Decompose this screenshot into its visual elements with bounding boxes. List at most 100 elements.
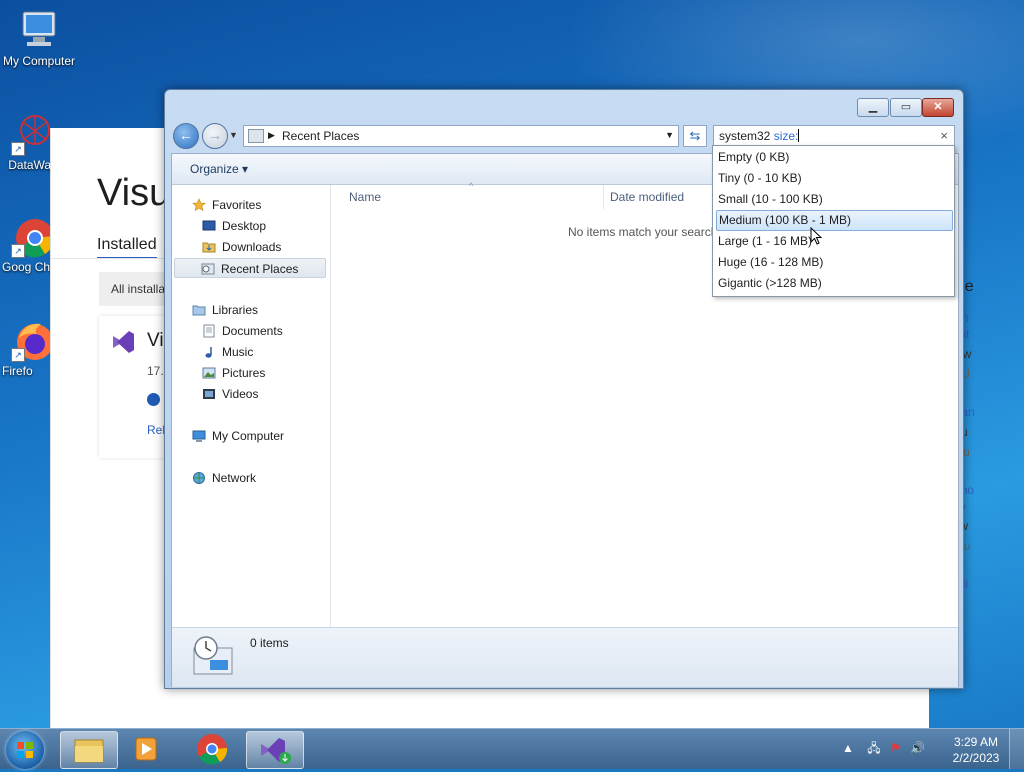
- column-separator[interactable]: [603, 185, 604, 209]
- forward-button[interactable]: →: [202, 123, 228, 149]
- text-caret: [798, 129, 800, 142]
- product-name: Vi: [147, 330, 164, 351]
- nav-downloads[interactable]: Downloads: [202, 237, 281, 257]
- taskbar-explorer-button[interactable]: [60, 731, 118, 769]
- size-option-medium[interactable]: Medium (100 KB - 1 MB): [716, 210, 953, 231]
- breadcrumb-chevron-icon[interactable]: ▶: [268, 130, 275, 141]
- computer-icon: [17, 8, 61, 52]
- size-option-huge[interactable]: Huge (16 - 128 MB): [716, 253, 951, 272]
- taskbar-media-player-button[interactable]: [120, 731, 176, 767]
- visual-studio-icon: [109, 328, 137, 359]
- network-icon: [193, 472, 205, 484]
- size-filter-dropdown: Empty (0 KB) Tiny (0 - 10 KB) Small (10 …: [712, 145, 955, 297]
- close-button[interactable]: ✕: [922, 98, 954, 117]
- search-query-text: system32: [719, 129, 774, 143]
- chevron-down-icon: ▾: [242, 162, 249, 176]
- size-option-gigantic[interactable]: Gigantic (>128 MB): [716, 274, 951, 293]
- windows-logo-icon: [17, 742, 33, 758]
- column-header-date-modified[interactable]: Date modified: [610, 190, 684, 204]
- nav-label: Favorites: [212, 198, 262, 212]
- nav-libraries[interactable]: Libraries: [192, 300, 258, 320]
- recent-places-icon: [201, 263, 215, 275]
- size-option-empty[interactable]: Empty (0 KB): [716, 148, 951, 167]
- nav-label: Libraries: [212, 303, 259, 317]
- chrome-icon: [197, 734, 228, 765]
- nav-recent-places[interactable]: Recent Places: [174, 258, 326, 278]
- nav-network[interactable]: Network: [192, 468, 256, 488]
- star-icon: [192, 198, 206, 212]
- nav-label: Recent Places: [221, 262, 299, 276]
- network-status-icon[interactable]: 🖧: [867, 741, 880, 755]
- system-tray: ▲ 🖧 ⚑ 🔊: [842, 739, 925, 760]
- size-option-small[interactable]: Small (10 - 100 KB): [716, 190, 951, 209]
- nav-label: Music: [222, 345, 254, 359]
- column-header-name[interactable]: Name: [349, 190, 381, 204]
- nav-favorites[interactable]: Favorites: [192, 195, 261, 215]
- downloads-folder-icon: [202, 242, 216, 253]
- shortcut-arrow-icon: ↗: [11, 244, 25, 258]
- nav-videos[interactable]: Videos: [202, 384, 258, 404]
- taskbar-visual-studio-installer-button[interactable]: [246, 731, 304, 769]
- empty-search-message: No items match your search.: [568, 225, 721, 239]
- visual-studio-installer-icon: [261, 738, 291, 764]
- minimize-button[interactable]: ▁: [857, 98, 889, 117]
- nav-label: My Computer: [212, 429, 285, 443]
- computer-icon: [192, 430, 206, 442]
- libraries-icon: [192, 305, 206, 316]
- nav-music[interactable]: Music: [202, 342, 253, 362]
- show-desktop-button[interactable]: [1009, 729, 1024, 769]
- nav-my-computer[interactable]: My Computer: [192, 426, 284, 446]
- firefox-icon: ↗: [11, 318, 55, 362]
- navigation-pane: Favorites Desktop Downloads Recent Place…: [172, 185, 331, 627]
- clock-date: 2/2/2023: [952, 751, 1000, 765]
- size-option-large[interactable]: Large (1 - 16 MB): [716, 232, 951, 251]
- breadcrumb[interactable]: Recent Places: [282, 129, 359, 143]
- back-button[interactable]: ←: [173, 123, 199, 149]
- chrome-icon: ↗: [11, 214, 55, 258]
- item-count: 0 items: [250, 636, 289, 650]
- start-button[interactable]: [6, 731, 44, 769]
- clear-search-icon[interactable]: ×: [940, 128, 948, 143]
- recent-pages-dropdown[interactable]: ▼: [229, 130, 238, 140]
- documents-icon: [203, 324, 215, 338]
- release-notes-link[interactable]: Rel: [147, 423, 165, 437]
- nav-label: Pictures: [222, 366, 266, 380]
- nav-label: Network: [212, 471, 257, 485]
- nav-label: Documents: [222, 324, 283, 338]
- nav-pictures[interactable]: Pictures: [202, 363, 265, 383]
- datawag-icon: ↗: [11, 112, 55, 156]
- clock-time: 3:29 AM: [953, 735, 999, 749]
- search-keyword: size:: [773, 129, 799, 143]
- desktop-icon-my-computer[interactable]: My Computer: [0, 8, 78, 68]
- clock[interactable]: 3:29 AM 2/2/2023: [946, 734, 1006, 766]
- taskbar: ▲ 🖧 ⚑ 🔊 3:29 AM 2/2/2023: [0, 728, 1024, 769]
- details-pane: 0 items: [172, 627, 958, 687]
- address-bar[interactable]: ▶ Recent Places ▼: [243, 125, 679, 147]
- refresh-button[interactable]: ⇆: [683, 125, 707, 147]
- volume-icon[interactable]: 🔊: [910, 741, 925, 755]
- organize-button[interactable]: Organize ▾: [190, 162, 248, 176]
- page-title: Visu: [97, 172, 171, 214]
- size-option-tiny[interactable]: Tiny (0 - 10 KB): [716, 169, 951, 188]
- taskbar-chrome-button[interactable]: [184, 731, 240, 767]
- folder-icon: [74, 739, 104, 763]
- music-icon: [205, 347, 212, 358]
- show-hidden-icons-icon[interactable]: ▲: [842, 741, 854, 755]
- address-dropdown-icon[interactable]: ▼: [665, 130, 674, 140]
- recent-places-large-icon: [190, 634, 236, 683]
- shortcut-arrow-icon: ↗: [11, 142, 25, 156]
- search-input[interactable]: system32 size: ×: [713, 125, 955, 147]
- nav-documents[interactable]: Documents: [202, 321, 283, 341]
- shortcut-arrow-icon: ↗: [11, 348, 25, 362]
- action-center-icon[interactable]: ⚑: [890, 741, 901, 755]
- mouse-cursor-icon: [810, 226, 824, 250]
- nav-desktop[interactable]: Desktop: [202, 216, 266, 236]
- tab-installed[interactable]: Installed: [97, 236, 157, 259]
- nav-label: Videos: [222, 387, 259, 401]
- nav-label: Desktop: [222, 219, 267, 233]
- sort-arrow-icon: ^: [469, 181, 474, 191]
- pause-icon[interactable]: [147, 393, 160, 406]
- nav-label: Downloads: [222, 240, 282, 254]
- pictures-icon: [202, 367, 216, 379]
- maximize-button[interactable]: ▭: [890, 98, 922, 117]
